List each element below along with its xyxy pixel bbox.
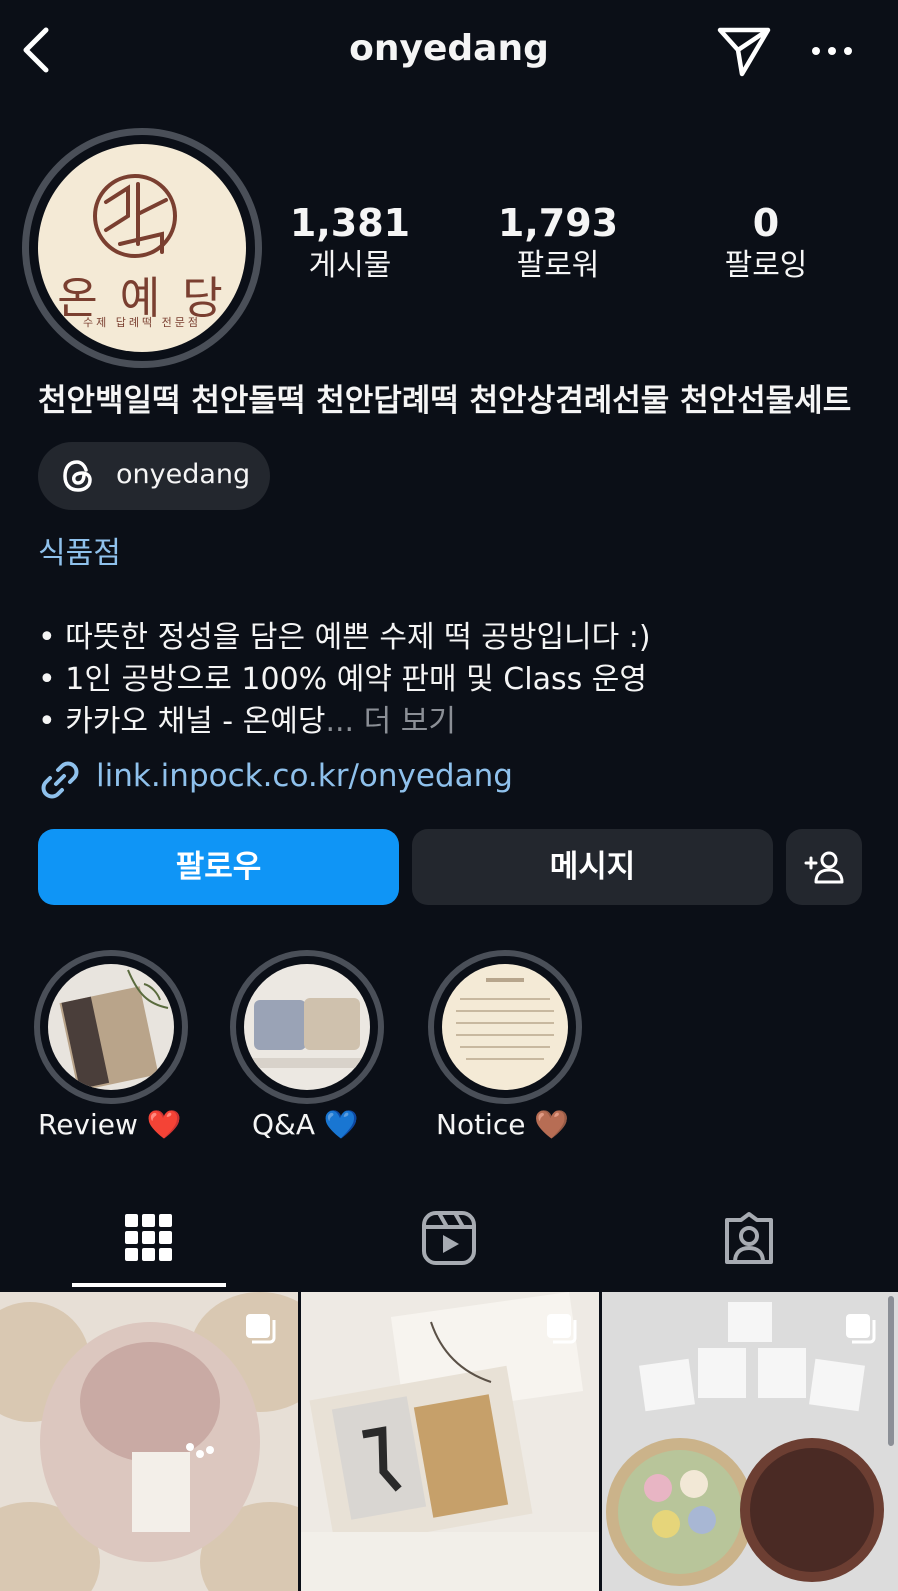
suggest-people-button[interactable] (786, 829, 862, 905)
threads-badge[interactable]: onyedang (38, 442, 270, 510)
stat-value: 1,793 (497, 201, 619, 245)
stat-label: 게시물 (308, 248, 392, 283)
threads-icon (63, 460, 92, 492)
stat-label: 팔로잉 (724, 248, 808, 283)
post-thumbnail[interactable] (301, 1292, 599, 1591)
paper-plane-icon (717, 27, 771, 77)
stat-followers[interactable]: 1,793 팔로워 (468, 200, 648, 286)
message-button[interactable]: 메시지 (412, 829, 773, 905)
link-icon (41, 761, 79, 799)
post-thumbnail[interactable] (0, 1292, 298, 1591)
follow-button[interactable]: 팔로우 (38, 829, 399, 905)
bio-line-last: • 카카오 채널 - 온예당... 더 보기 (38, 696, 456, 740)
multi-photo-icon (246, 1314, 276, 1344)
grid-icon (125, 1214, 172, 1261)
scrollbar[interactable] (888, 1296, 894, 1446)
bio-line-text: • 카카오 채널 - 온예당 (38, 704, 326, 739)
more-options-button[interactable] (808, 36, 856, 66)
bio-title: 천안백일떡 천안돌떡 천안답례떡 천안상견례선물 천안선물세트 (38, 383, 852, 419)
more-horizontal-icon (812, 47, 852, 55)
highlight-cover (244, 964, 370, 1090)
stat-following[interactable]: 0 팔로잉 (676, 200, 856, 286)
stat-label: 팔로워 (516, 248, 600, 283)
avatar[interactable]: 온 예 당 수제 답례떡 전문점 (38, 144, 246, 352)
tab-posts[interactable] (72, 1200, 226, 1284)
active-tab-indicator (72, 1283, 226, 1287)
business-category: 식품점 (38, 536, 121, 571)
logo-subtext: 수제 답례떡 전문점 (83, 316, 201, 329)
multi-photo-icon (547, 1314, 577, 1344)
highlight-cover (48, 964, 174, 1090)
add-person-icon (804, 851, 844, 884)
reels-icon (422, 1211, 476, 1265)
post-thumbnail[interactable] (602, 1292, 898, 1591)
highlight-label: Q&A 💙 (252, 1108, 359, 1141)
stat-value: 0 (752, 201, 780, 245)
multi-photo-icon (846, 1314, 876, 1344)
bio-more-link[interactable]: ... 더 보기 (325, 704, 455, 739)
threads-handle: onyedang (116, 459, 251, 490)
tab-reels[interactable] (372, 1200, 526, 1284)
highlight-label: Review ❤️ (38, 1108, 182, 1141)
stat-value: 1,381 (289, 201, 411, 245)
profile-tabs (0, 1200, 898, 1292)
bio-line: • 1인 공방으로 100% 예약 판매 및 Class 운영 (38, 662, 647, 697)
tagged-icon (725, 1212, 773, 1264)
external-link-text: link.inpock.co.kr/onyedang (96, 758, 513, 794)
highlight-cover (442, 964, 568, 1090)
share-button[interactable] (716, 24, 772, 78)
stat-posts[interactable]: 1,381 게시물 (260, 200, 440, 286)
tab-tagged[interactable] (672, 1200, 826, 1284)
highlight-label: Notice 🤎 (436, 1108, 570, 1141)
top-bar: onyedang (0, 0, 898, 100)
bio-line: • 따뜻한 정성을 담은 예쁜 수제 떡 공방입니다 :) (38, 620, 651, 655)
